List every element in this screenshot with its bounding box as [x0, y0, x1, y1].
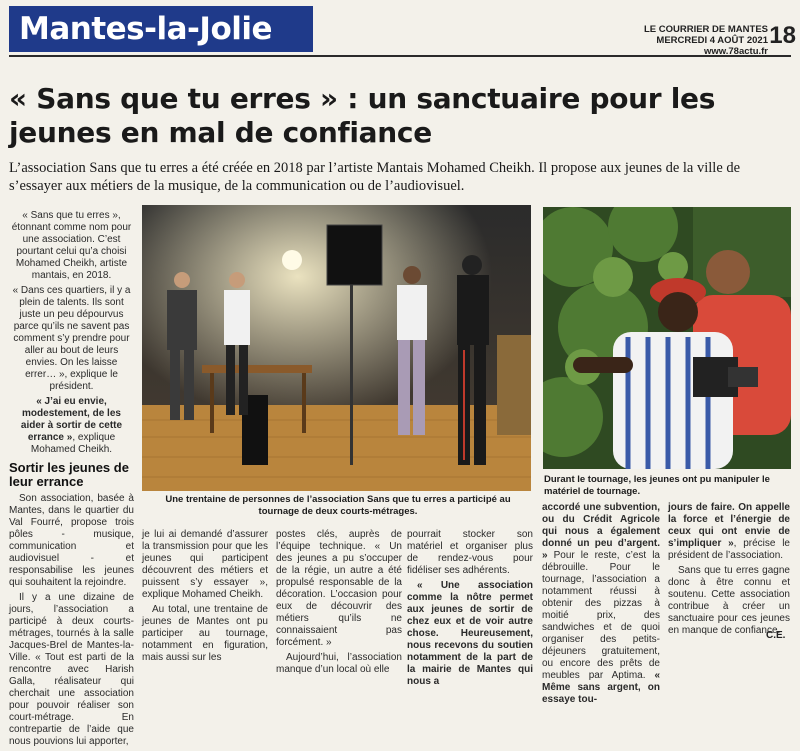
author-signature: C.E.	[766, 630, 786, 641]
outdoor-photo-illustration	[543, 207, 791, 469]
section-banner: Mantes-la-Jolie	[9, 6, 313, 52]
paragraph: postes clés, auprès de l’équipe techniqu…	[276, 529, 402, 648]
paragraph: jours de faire. On appelle la force et l…	[668, 502, 790, 562]
newspaper-page: Mantes-la-Jolie LE COURRIER DE MANTES ME…	[0, 0, 800, 747]
outdoor-photo-caption: Durant le tournage, les jeunes ont pu ma…	[544, 474, 770, 497]
bottom-column-1: je lui ai demandé d’assurer la transmiss…	[142, 529, 268, 667]
bottom-column-5: jours de faire. On appelle la force et l…	[668, 502, 790, 640]
publication-date: MERCREDI 4 AOÛT 2021	[656, 35, 768, 46]
subheading: Sortir les jeunes de leur errance	[9, 460, 129, 489]
paragraph: « J’ai eu envie, modestement, de les aid…	[9, 396, 134, 456]
outdoor-photo	[543, 207, 791, 469]
bottom-column-3: pourrait stocker son matériel et organis…	[407, 529, 533, 691]
bottom-column-4: accordé une subvention, ou du Crédit Agr…	[542, 502, 660, 709]
paragraph: Au total, une trentaine de jeunes de Man…	[142, 604, 268, 663]
paragraph: Aujourd’hui, l’association manque d’un l…	[276, 652, 402, 675]
article-headline: « Sans que tu erres » : un sanctuaire po…	[9, 82, 716, 149]
article-intro: L’association Sans que tu erres a été cr…	[9, 160, 741, 194]
paragraph: pourrait stocker son matériel et organis…	[407, 529, 533, 576]
publication-name: LE COURRIER DE MANTES	[643, 24, 768, 35]
paragraph: « Sans que tu erres », étonnant comme no…	[11, 210, 132, 281]
studio-photo-caption: Une trentaine de personnes de l’associat…	[165, 494, 511, 517]
paragraph-text: Pour le reste, c’est la débrouille. Pour…	[542, 550, 660, 681]
paragraph: accordé une subvention, ou du Crédit Agr…	[542, 502, 660, 706]
studio-photo	[142, 205, 531, 491]
paragraph: Il y a une dizaine de jours, l’associati…	[9, 592, 134, 747]
page-number: 18	[769, 22, 796, 49]
quote: « Une association comme la nôtre permet …	[407, 580, 533, 687]
paragraph: je lui ai demandé d’assurer la transmiss…	[142, 529, 268, 600]
paragraph: Sans que tu erres gagne donc à être conn…	[668, 565, 790, 636]
paragraph: « Dans ces quartiers, il y a plein de ta…	[12, 285, 131, 392]
bottom-column-2: postes clés, auprès de l’équipe techniqu…	[276, 529, 402, 679]
header-rule	[9, 55, 791, 57]
left-column: « Sans que tu erres », étonnant comme no…	[9, 210, 134, 751]
studio-photo-illustration	[142, 205, 531, 491]
paragraph: Son association, basée à Mantes, dans le…	[9, 493, 134, 588]
publication-info: LE COURRIER DE MANTES MERCREDI 4 AOÛT 20…	[644, 24, 768, 57]
